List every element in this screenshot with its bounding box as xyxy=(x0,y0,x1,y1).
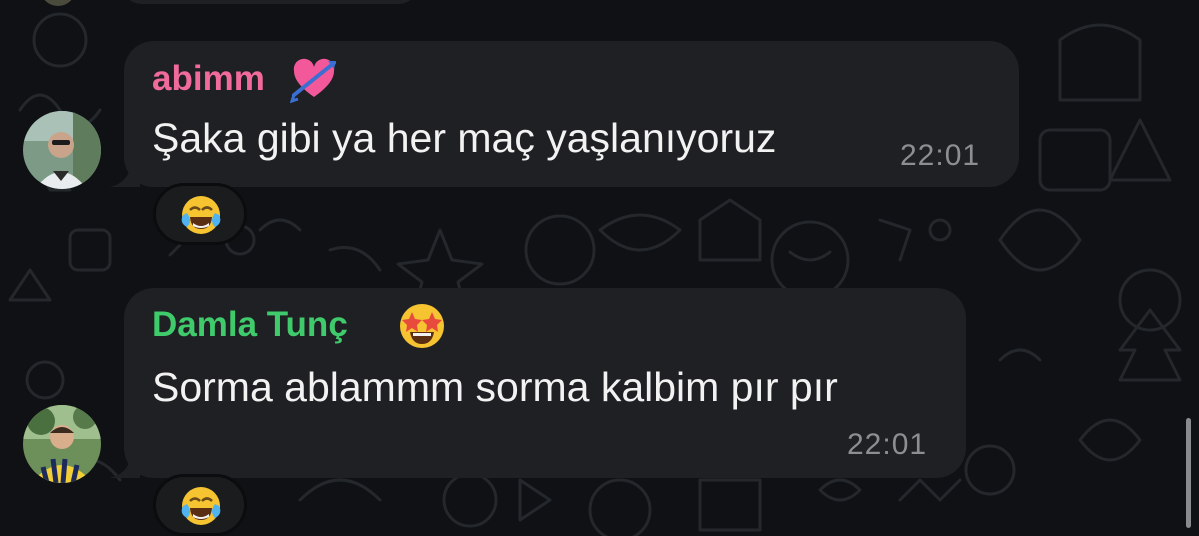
reaction-pill[interactable] xyxy=(153,183,247,245)
sender-avatar-abimm[interactable] xyxy=(23,111,101,189)
bubble-tail xyxy=(110,448,140,478)
sender-avatar-damla-tunc[interactable] xyxy=(23,405,101,483)
message-text: Şaka gibi ya her maç yaşlanıyoruz xyxy=(152,115,777,161)
face-with-tears-of-joy-icon xyxy=(181,196,221,234)
sender-name[interactable]: abimm xyxy=(152,59,265,99)
scrollbar[interactable] xyxy=(1186,418,1191,528)
previous-message-bubble xyxy=(120,0,420,4)
message-text: Sorma ablammm sorma kalbim pır pır xyxy=(152,364,838,410)
chat-view: abimm Şaka gibi ya her maç yaşlanıyoruz … xyxy=(0,0,1199,536)
heart-with-arrow-icon xyxy=(290,58,336,103)
message-bubble[interactable]: Damla Tunç Sorma ablammm sorma kalbim pı… xyxy=(110,288,966,478)
bubble-tail xyxy=(110,157,140,187)
star-struck-icon xyxy=(400,304,444,348)
face-with-tears-of-joy-icon xyxy=(181,487,221,525)
sender-name[interactable]: Damla Tunç xyxy=(152,305,348,345)
message-time: 22:01 xyxy=(900,139,981,172)
message-time: 22:01 xyxy=(847,428,928,461)
reaction-pill[interactable] xyxy=(153,474,247,536)
message-bubble[interactable]: abimm Şaka gibi ya her maç yaşlanıyoruz … xyxy=(110,41,1019,187)
